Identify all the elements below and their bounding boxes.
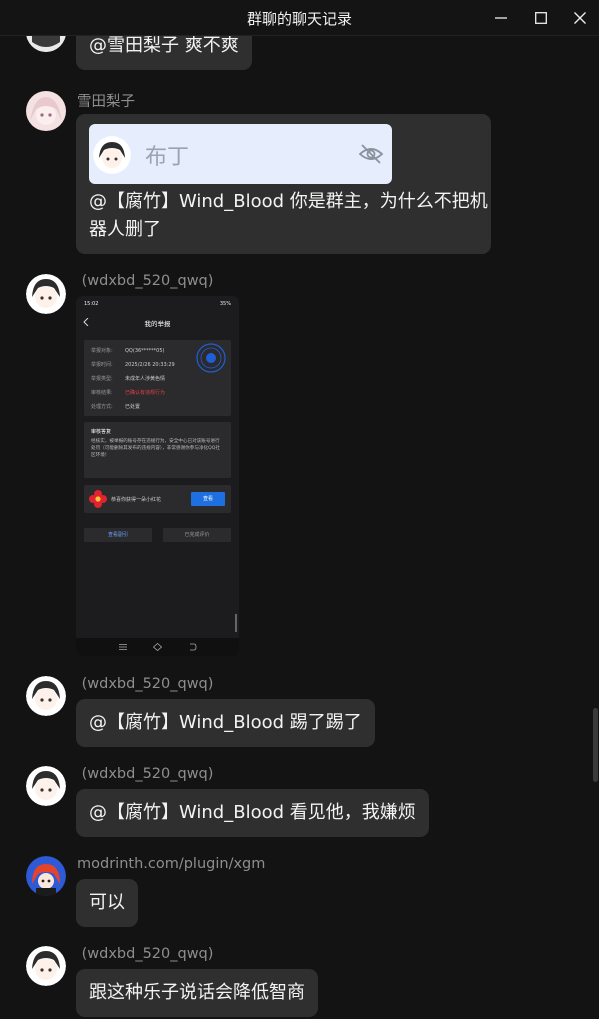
avatar[interactable] [26,946,66,986]
mention-avatar [93,136,131,174]
close-button[interactable] [567,6,593,30]
sender-name: (wdxbd_520_qwq) [77,676,214,692]
feedback-title: 审核答复 [91,429,112,435]
maximize-button[interactable] [528,6,554,30]
menu-icon [119,644,127,650]
message-text: 可以 [89,892,125,913]
eye-off-icon[interactable] [358,142,384,166]
scrollbar-thumb[interactable] [593,708,598,782]
stamp-icon [196,343,226,373]
home-icon [153,643,162,651]
sender-name: 雪田梨子 [77,94,135,110]
right-action-button: 已完成评价 [163,528,231,542]
message-bubble[interactable]: 可以 [76,879,138,927]
mention-card[interactable]: 布丁 [89,124,392,184]
avatar[interactable] [26,91,66,131]
sender-name: modrinth.com/plugin/xgm [77,856,266,872]
left-action-button: 查看副引 [84,528,152,542]
red-flower-icon [89,490,107,508]
title-bar: 群聊的聊天记录 [0,0,599,36]
report-row: 处理方式: 已处置 [91,404,141,410]
message-bubble[interactable]: @【腐竹】Wind_Blood 看见他，我嫌烦 [76,789,429,837]
message-line: 器人删了 [89,219,161,240]
report-row: 审核结果: 已确认有违规行为 [91,390,166,396]
avatar[interactable] [26,274,66,314]
avatar[interactable] [26,766,66,806]
report-details-panel: 举报对象: QQ(36******05) 举报时间: 2025/2/26 20:33… [84,340,231,416]
phone-nav-bar [76,638,239,656]
minimize-icon [495,17,507,19]
mention-name: 布丁 [145,145,190,170]
sender-name: (wdxbd_520_qwq) [77,273,214,289]
sender-name: (wdxbd_520_qwq) [77,766,214,782]
phone-status-battery: 35% [219,301,231,307]
feedback-text: 经核实，被举报的账号存在违规行为，安全中心已对该账号进行处罚（可能删除其发布的违… [91,439,220,458]
message-text: @雪田梨子 爽不爽 [89,36,239,56]
message-bubble[interactable]: 跟这种乐子说话会降低智商 [76,969,318,1017]
phone-status-time: 15:02 [84,301,99,307]
avatar[interactable] [26,856,66,896]
report-screenshot-image[interactable]: 15:02 35% 我的举报 举报对象: QQ(36******05) 举报时间:… [76,296,239,656]
flower-panel: 恭喜你获得一朵小红花 查看 [84,485,231,513]
minimize-button[interactable] [488,6,514,30]
avatar[interactable] [26,676,66,716]
back-icon [190,643,197,651]
report-row: 举报类型: 未成年人涉黄色情 [91,376,166,382]
sender-name: (wdxbd_520_qwq) [77,946,214,962]
flower-view-button: 查看 [191,492,225,506]
maximize-icon [535,12,547,24]
avatar[interactable] [26,36,66,52]
report-header: 我的举报 [144,320,171,328]
message-text: @【腐竹】Wind_Blood 你是群主，为什么不把机 器人删了 [89,188,488,244]
close-icon [574,12,586,24]
report-row: 举报时间: 2025/2/26 20:33:29 [91,362,175,368]
report-row: 举报对象: QQ(36******05) [91,348,165,354]
flower-text: 恭喜你获得一朵小红花 [111,497,162,503]
message-text: @【腐竹】Wind_Blood 看见他，我嫌烦 [89,802,416,823]
message-bubble[interactable]: @【腐竹】Wind_Blood 踢了踢了 [76,699,375,747]
message-text: @【腐竹】Wind_Blood 踢了踢了 [89,712,362,733]
message-bubble[interactable]: @雪田梨子 爽不爽 [76,36,252,70]
message-line: @【腐竹】Wind_Blood 你是群主，为什么不把机 [89,191,488,212]
phone-scroll-indicator [235,614,237,632]
chat-history[interactable]: @雪田梨子 爽不爽 雪田梨子 布丁 @【腐竹】Wind_Blood 你是群主，为… [0,36,599,1019]
feedback-panel: 审核答复 经核实，被举报的账号存在违规行为，安全中心已对该账号进行处罚（可能删除… [84,422,231,478]
message-text: 跟这种乐子说话会降低智商 [89,982,305,1003]
